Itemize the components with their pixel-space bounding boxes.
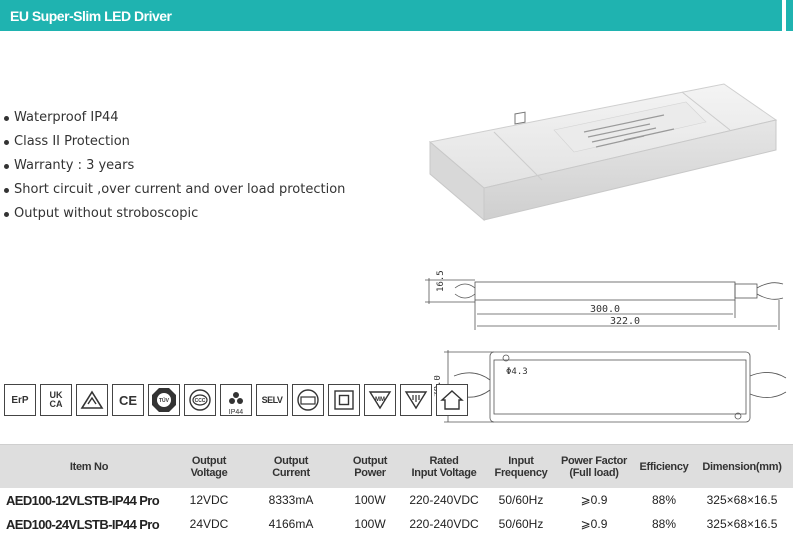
table-header-row: Item No Output Voltage Output Current Outp… [0, 444, 793, 488]
selv-cert-icon: SELV [256, 384, 288, 416]
bullet-icon [4, 139, 9, 145]
page-title: EU Super-Slim LED Driver [10, 7, 172, 24]
hole-dimension: Φ4.3 [506, 367, 528, 377]
column-header-output-voltage: Output Voltage [190, 454, 228, 479]
header-side-strip [786, 0, 793, 31]
feature-item: Short circuit ,over current and over loa… [4, 178, 345, 202]
cell-output-current: 8333mA [268, 493, 314, 507]
feature-text: Waterproof IP44 [14, 110, 119, 125]
column-header-output-power: Output Power [352, 454, 388, 479]
column-header-power-factor: Power Factor (Full load) [560, 454, 628, 479]
table-row: AED100-12VLSTB-IP44 Pro 12VDC 8333mA 100… [0, 488, 793, 512]
cell-input-voltage: 220-240VDC [409, 517, 479, 531]
column-header-item-no: Item No [69, 460, 109, 473]
independent-driver-icon [292, 384, 324, 416]
bullet-icon [4, 187, 9, 193]
bullet-icon [4, 211, 9, 217]
ip44-cert-icon: IP44 [220, 384, 252, 416]
class2-double-square-icon [328, 384, 360, 416]
svg-text:CCC: CCC [195, 398, 206, 404]
furniture-mm-icon: MM [364, 384, 396, 416]
feature-text: Class II Protection [14, 134, 130, 149]
cell-output-voltage: 24VDC [189, 517, 229, 531]
bullet-icon [4, 163, 9, 169]
spec-table: Item No Output Voltage Output Current Outp… [0, 444, 793, 536]
cell-item-no: AED100-24VLSTB-IP44 Pro [6, 516, 160, 532]
feature-item: Warranty : 3 years [4, 154, 345, 178]
cell-efficiency: 88% [651, 493, 677, 507]
feature-list: Waterproof IP44 Class II Protection Warr… [4, 106, 345, 226]
ce-cert-icon: CE [112, 384, 144, 416]
cell-output-current: 4166mA [268, 517, 314, 531]
cell-output-voltage: 12VDC [189, 493, 229, 507]
cell-efficiency: 88% [651, 517, 677, 531]
cell-power-factor: ⩾0.9 [580, 493, 608, 507]
table-row: AED100-24VLSTB-IP44 Pro 24VDC 4166mA 100… [0, 512, 793, 536]
cell-input-frequency: 50/60Hz [498, 517, 544, 531]
cell-output-power: 100W [354, 493, 386, 507]
ukca-cert-icon: UK CA [40, 384, 72, 416]
length-outer-dimension: 322.0 [610, 316, 640, 327]
height-dimension: 16.5 [436, 270, 446, 292]
thermal-protection-icon [400, 384, 432, 416]
product-photo [428, 83, 778, 222]
feature-item: Waterproof IP44 [4, 106, 345, 130]
feature-text: Warranty : 3 years [14, 158, 135, 173]
column-header-output-current: Output Current [272, 454, 310, 479]
length-inner-dimension: 300.0 [590, 304, 620, 315]
feature-item: Class II Protection [4, 130, 345, 154]
column-header-input-frequency: Input Frequency [494, 454, 548, 479]
cell-dimension: 325×68×16.5 [706, 493, 778, 507]
cell-input-voltage: 220-240VDC [409, 493, 479, 507]
column-header-rated-input-voltage: Rated Input Voltage [411, 454, 477, 479]
feature-text: Output without stroboscopic [14, 206, 199, 221]
cell-dimension: 325×68×16.5 [706, 517, 778, 531]
erp-cert-icon: ErP [4, 384, 36, 416]
cell-output-power: 100W [354, 517, 386, 531]
column-header-efficiency: Efficiency [639, 460, 689, 473]
feature-item: Output without stroboscopic [4, 202, 345, 226]
svg-text:MM: MM [375, 397, 385, 403]
tuv-cert-icon: TÜV [148, 384, 180, 416]
certification-row: ErP UK CA CE TÜV CCC IP44 SELV MM [4, 384, 468, 416]
ccc-cert-icon: CCC [184, 384, 216, 416]
bullet-icon [4, 115, 9, 121]
svg-text:TÜV: TÜV [159, 397, 170, 404]
cell-input-frequency: 50/60Hz [498, 493, 544, 507]
top-view-drawing: Φ4.3 70.0 [434, 350, 787, 423]
rcm-cert-icon [76, 384, 108, 416]
feature-text: Short circuit ,over current and over loa… [14, 182, 346, 197]
column-header-dimension: Dimension(mm) [702, 460, 782, 473]
cell-power-factor: ⩾0.9 [580, 517, 608, 531]
side-view-drawing: 16.5 300.0 322.0 [425, 270, 784, 330]
house-icon [436, 384, 468, 416]
header-bar: EU Super-Slim LED Driver [0, 0, 782, 31]
cell-item-no: AED100-12VLSTB-IP44 Pro [6, 492, 160, 508]
